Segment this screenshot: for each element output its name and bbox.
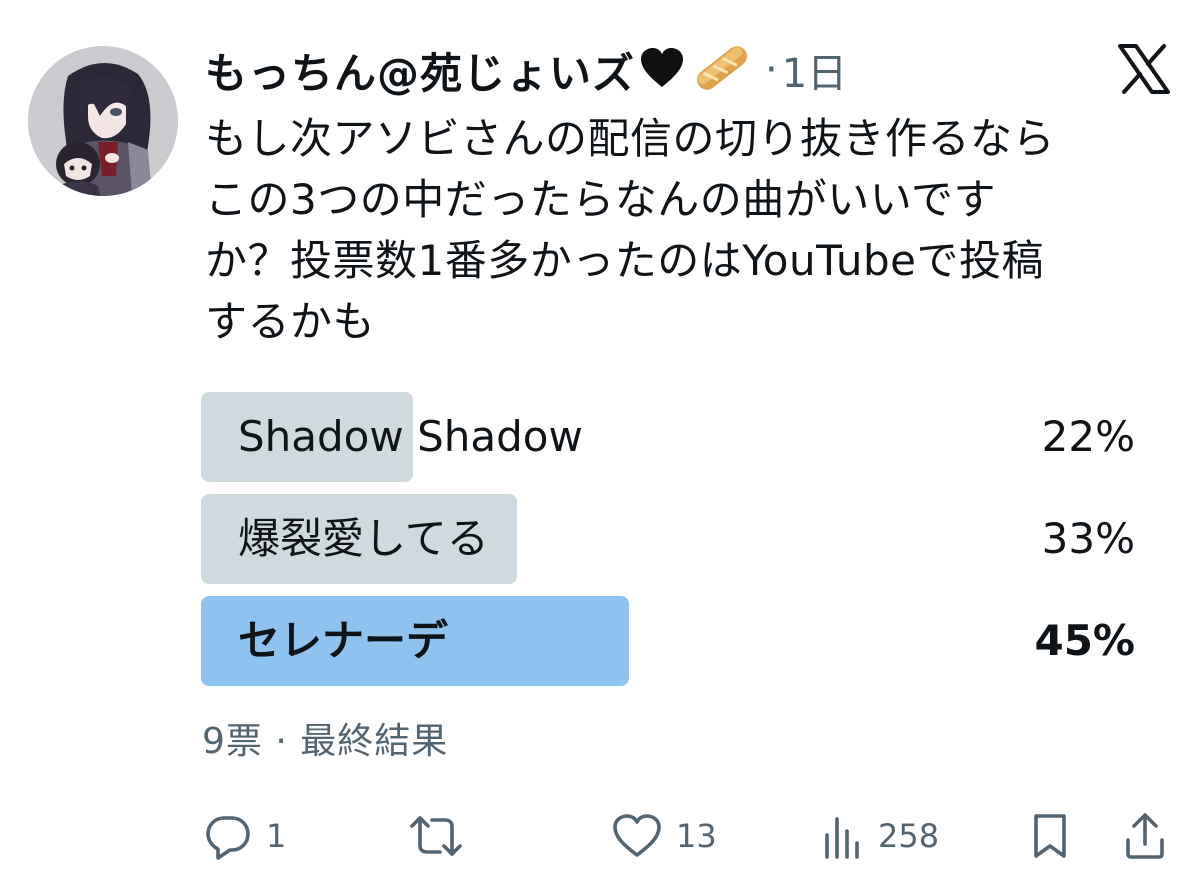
baguette-bread-icon [691, 40, 753, 100]
poll-option-label: Shadow Shadow [238, 412, 583, 461]
timestamp[interactable]: 1日 [782, 41, 847, 99]
bookmark-icon [1030, 812, 1070, 860]
share-icon [1124, 812, 1166, 860]
action-bar: 1 13 258 [0, 800, 1200, 870]
poll-option-label: 爆裂愛してる [238, 514, 489, 563]
x-logo-icon[interactable] [1118, 44, 1170, 94]
reply-count: 1 [266, 817, 287, 855]
like-button[interactable]: 13 [612, 812, 717, 860]
tweet-text: もし次アソビさんの配信の切り抜き作るなら この3つの中だったらなんの曲がいいです… [205, 114, 1056, 346]
reply-button[interactable]: 1 [204, 812, 286, 860]
heart-icon [612, 813, 662, 859]
views-button[interactable]: 258 [822, 812, 939, 860]
avatar-illustration [28, 46, 178, 196]
poll-option: 爆裂愛してる 33% [201, 494, 1139, 584]
poll: Shadow Shadow 22% 爆裂愛してる 33% セレナーデ 45% [201, 392, 1139, 698]
author-name[interactable]: もっちん@苑じょいズ [205, 40, 635, 101]
poll-option-percent: 45% [1034, 616, 1135, 665]
poll-summary: 9票 · 最終結果 [202, 721, 449, 762]
black-heart-icon [639, 47, 685, 93]
poll-option: Shadow Shadow 22% [201, 392, 1139, 482]
retweet-button[interactable] [408, 812, 464, 860]
views-count: 258 [878, 817, 940, 855]
like-count: 13 [676, 817, 717, 855]
poll-option-label: セレナーデ [238, 616, 449, 665]
bar-chart-icon [822, 813, 864, 859]
bookmark-button[interactable] [1030, 812, 1070, 860]
retweet-icon [408, 812, 464, 860]
header-separator: · [765, 47, 778, 93]
reply-icon [204, 812, 252, 860]
poll-option-percent: 33% [1041, 514, 1135, 563]
tweet: もっちん@苑じょいズ · 1日 もし次アソビさんの配信の切り抜き作るなら この3 [0, 0, 1200, 894]
tweet-header: もっちん@苑じょいズ · 1日 [205, 38, 847, 102]
share-button[interactable] [1124, 812, 1166, 860]
poll-option-winner: セレナーデ 45% [201, 596, 1139, 686]
avatar[interactable] [28, 46, 178, 196]
poll-option-percent: 22% [1041, 412, 1135, 461]
